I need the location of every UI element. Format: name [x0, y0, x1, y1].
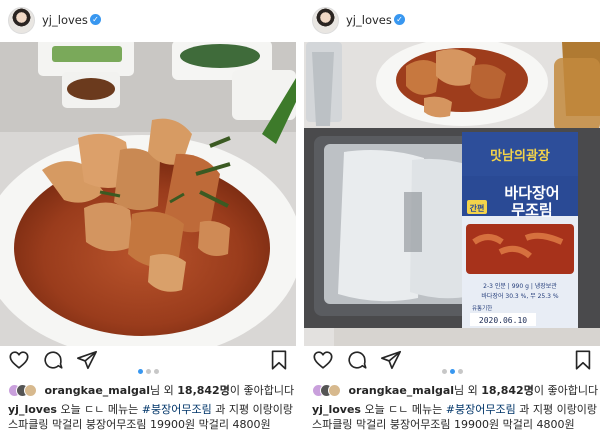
profile-avatar[interactable] [312, 7, 339, 34]
package-date-label: 유통기한 [472, 304, 492, 312]
likes-text: orangkae_malgal님 외 18,842명이 좋아합니다 [45, 382, 295, 398]
liker-username[interactable]: orangkae_malgal [349, 384, 455, 397]
carousel-dot-active [450, 369, 455, 374]
liker-username[interactable]: orangkae_malgal [45, 384, 151, 397]
caption-text-before: 오늘 ㄷㄴ 메뉴는 [360, 403, 446, 416]
eel-package-image: 맛남의광장 바다장어 간편 무조림 2-3 인분 | 990 g | 냉장보관 … [304, 42, 600, 346]
share-icon[interactable] [380, 349, 402, 371]
caption-username[interactable]: yj_loves [312, 403, 361, 416]
heart-icon[interactable] [312, 349, 334, 371]
likes-count[interactable]: 18,842명 [481, 384, 534, 397]
carousel-dot-active [138, 369, 143, 374]
bookmark-icon[interactable] [572, 349, 594, 371]
post-caption: yj_loves 오늘 ㄷㄴ 메뉴는 #붕장어무조림 과 지평 이랑이랑 스파클… [8, 402, 294, 432]
liker-avatar [24, 383, 37, 397]
likes-summary: orangkae_malgal님 외 18,842명이 좋아합니다 [8, 382, 294, 398]
verified-badge-icon: ✓ [394, 14, 405, 25]
carousel-indicator [138, 359, 162, 378]
post-header: yj_loves ✓ [304, 0, 600, 42]
package-tag: 간편 [470, 203, 485, 213]
profile-avatar[interactable] [8, 7, 35, 34]
carousel-dot [458, 369, 463, 374]
instagram-comparison: yj_loves ✓ orangkae_malgal님 외 18,842명이 좋… [0, 0, 600, 434]
comment-icon[interactable] [42, 349, 64, 371]
carousel-dot [154, 369, 159, 374]
package-date: 2020.06.10 [479, 316, 527, 325]
post-caption: yj_loves 오늘 ㄷㄴ 메뉴는 #붕장어무조림 과 지평 이랑이랑 스파클… [312, 402, 598, 432]
post-photo-eel-package[interactable]: 맛남의광장 바다장어 간편 무조림 2-3 인분 | 990 g | 냉장보관 … [304, 42, 600, 346]
heart-icon[interactable] [8, 349, 30, 371]
caption-hashtag[interactable]: #붕장어무조림 [142, 403, 212, 416]
share-icon[interactable] [76, 349, 98, 371]
caption-username[interactable]: yj_loves [8, 403, 57, 416]
package-brand: 맛남의광장 [490, 148, 550, 164]
likes-suffix: 이 좋아합니다 [533, 384, 599, 397]
braised-eel-plate-image [0, 42, 296, 346]
post-actions-bar [304, 349, 600, 375]
post-photo-braised-eel[interactable] [0, 42, 296, 346]
package-spec: 2-3 인분 | 990 g | 냉장보관 [483, 282, 557, 290]
likes-text: orangkae_malgal님 외 18,842명이 좋아합니다 [349, 382, 599, 398]
username-link[interactable]: yj_loves [42, 13, 88, 27]
likes-middle: 님 외 [454, 384, 482, 397]
post-actions-bar [0, 349, 296, 375]
carousel-dot [146, 369, 151, 374]
instagram-post-left: yj_loves ✓ orangkae_malgal님 외 18,842명이 좋… [0, 0, 296, 434]
bookmark-icon[interactable] [268, 349, 290, 371]
likes-middle: 님 외 [150, 384, 178, 397]
likes-summary: orangkae_malgal님 외 18,842명이 좋아합니다 [312, 382, 598, 398]
package-product-line1: 바다장어 [504, 184, 559, 202]
caption-text-before: 오늘 ㄷㄴ 메뉴는 [56, 403, 142, 416]
verified-badge-icon: ✓ [90, 14, 101, 25]
carousel-indicator [442, 359, 466, 378]
instagram-post-right: yj_loves ✓ 맛남의광장 바다장어 간편 무조림 2-3 인분 | 99… [304, 0, 600, 434]
comment-icon[interactable] [346, 349, 368, 371]
package-product-line2: 무조림 [511, 201, 552, 219]
carousel-dot [442, 369, 447, 374]
liker-avatar [328, 383, 341, 397]
caption-hashtag[interactable]: #붕장어무조림 [446, 403, 516, 416]
likes-suffix: 이 좋아합니다 [229, 384, 295, 397]
username-link[interactable]: yj_loves [346, 13, 392, 27]
likes-count[interactable]: 18,842명 [177, 384, 230, 397]
package-content: 바다장어 30.3 %, 무 25.3 % [481, 292, 558, 300]
post-header: yj_loves ✓ [0, 0, 296, 42]
